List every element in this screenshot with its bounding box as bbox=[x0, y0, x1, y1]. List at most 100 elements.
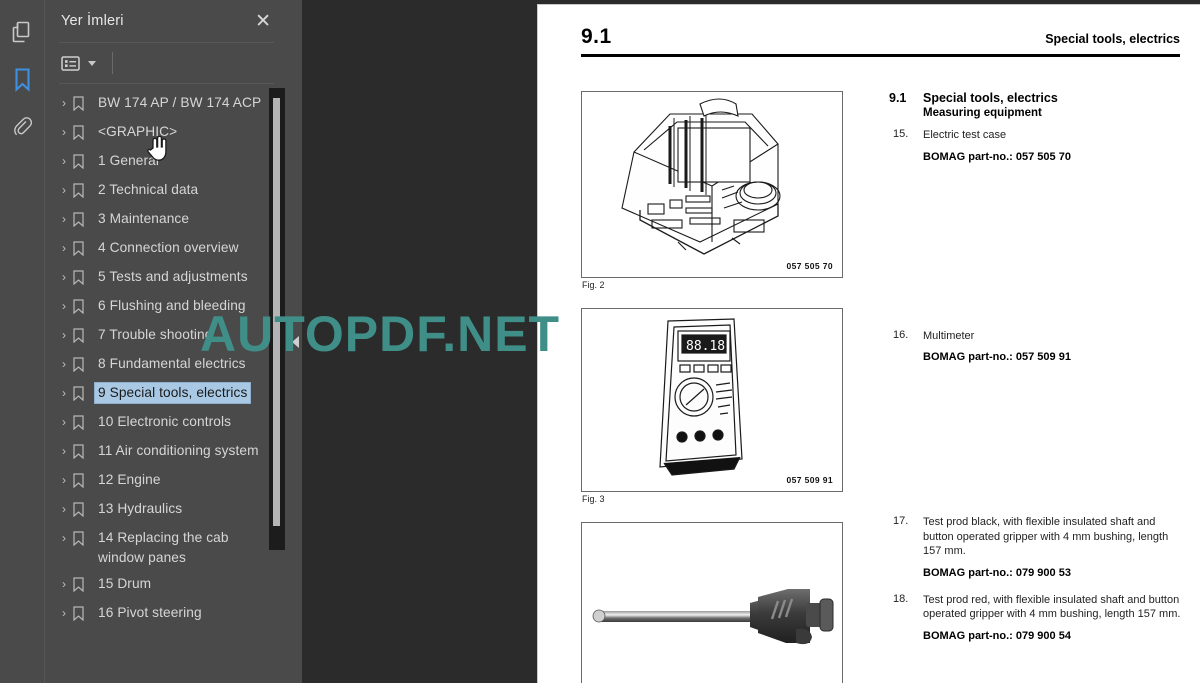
bookmark-item[interactable]: › 2 Technical data bbox=[45, 177, 266, 206]
bookmark-item[interactable]: › 7 Trouble shooting bbox=[45, 322, 266, 351]
bookmark-item[interactable]: › 15 Drum bbox=[45, 571, 266, 600]
pdf-reader-window: Yer İmleri ✕ › BW 174 AP / BW 174 ACP › <GR… bbox=[0, 0, 1200, 683]
bookmark-item[interactable]: › 4 Connection overview bbox=[45, 235, 266, 264]
chevron-right-icon[interactable]: › bbox=[55, 441, 73, 461]
list-item: 16. Multimeter bbox=[889, 329, 1182, 344]
section-heading: 9.1 Special tools, electrics bbox=[889, 91, 1182, 105]
chevron-right-icon[interactable]: › bbox=[55, 296, 73, 316]
bookmark-item[interactable]: › 10 Electronic controls bbox=[45, 409, 266, 438]
bookmark-item[interactable]: › 9 Special tools, electrics bbox=[45, 380, 266, 409]
bookmark-icon bbox=[73, 499, 95, 522]
figure-caption: Fig. 2 bbox=[582, 280, 605, 290]
section-title: Special tools, electrics bbox=[923, 91, 1058, 105]
figure-part-number: 057 509 91 bbox=[786, 475, 833, 485]
bookmark-icon bbox=[73, 412, 95, 435]
rail-button-attachments[interactable] bbox=[4, 108, 40, 148]
chevron-right-icon[interactable]: › bbox=[55, 470, 73, 490]
figure-electric-test-case: 057 505 70 bbox=[581, 91, 843, 278]
rail-button-pages[interactable] bbox=[4, 12, 40, 52]
bookmark-item[interactable]: › 1 General bbox=[45, 148, 266, 177]
chevron-right-icon[interactable]: › bbox=[55, 603, 73, 623]
item-number: 15. bbox=[893, 128, 909, 140]
chevron-right-icon[interactable]: › bbox=[55, 325, 73, 345]
bookmark-item-label: 4 Connection overview bbox=[98, 240, 239, 255]
bookmark-item-label: 10 Electronic controls bbox=[98, 414, 232, 429]
list-item: 15. Electric test case bbox=[889, 128, 1182, 143]
bookmark-item-label: 3 Maintenance bbox=[98, 211, 190, 226]
figures-column: 057 505 70 Fig. 2 88.18 057 509 91 Fig. … bbox=[581, 91, 845, 683]
bookmark-item[interactable]: › 8 Fundamental electrics bbox=[45, 351, 266, 380]
bookmark-item[interactable]: › 11 Air conditioning system bbox=[45, 438, 266, 467]
chevron-right-icon[interactable]: › bbox=[55, 383, 73, 403]
list-options-icon[interactable] bbox=[61, 55, 80, 72]
document-viewer: 9.1 Special tools, electrics 057 505 70 … bbox=[288, 0, 1200, 683]
chevron-right-icon[interactable]: › bbox=[55, 122, 73, 142]
chevron-right-icon[interactable]: › bbox=[55, 93, 73, 113]
item-number: 16. bbox=[893, 328, 909, 341]
bookmark-item-label: 9 Special tools, electrics bbox=[93, 382, 252, 404]
bookmark-item[interactable]: › 3 Maintenance bbox=[45, 206, 266, 235]
bookmark-item-label: 13 Hydraulics bbox=[98, 501, 183, 516]
chevron-right-icon[interactable]: › bbox=[55, 499, 73, 519]
item-part-number: BOMAG part-no.: 079 900 54 bbox=[923, 629, 1071, 642]
bookmark-item[interactable]: › BW 174 AP / BW 174 ACP bbox=[45, 90, 266, 119]
item-part-number: BOMAG part-no.: 079 900 53 bbox=[923, 566, 1071, 579]
bookmark-item[interactable]: › 12 Engine bbox=[45, 467, 266, 496]
close-icon[interactable]: ✕ bbox=[252, 10, 274, 33]
text-column: 9.1 Special tools, electrics Measuring e… bbox=[845, 91, 1182, 683]
multimeter-illustration: 88.18 bbox=[659, 318, 743, 476]
item-text: Multimeter bbox=[923, 329, 975, 342]
chevron-right-icon[interactable]: › bbox=[55, 151, 73, 171]
chevron-right-icon[interactable]: › bbox=[55, 267, 73, 287]
bookmark-item[interactable]: › 6 Flushing and bleeding bbox=[45, 293, 266, 322]
bookmarks-toolbar bbox=[45, 43, 288, 83]
bookmark-icon bbox=[73, 296, 95, 319]
electric-test-case-illustration bbox=[621, 98, 781, 255]
pdf-page: 9.1 Special tools, electrics 057 505 70 … bbox=[537, 4, 1200, 683]
chevron-right-icon[interactable]: › bbox=[55, 528, 73, 548]
chevron-right-icon[interactable]: › bbox=[55, 180, 73, 200]
bookmark-icon bbox=[73, 574, 95, 597]
figure-test-prod bbox=[581, 522, 843, 683]
rail-button-bookmarks[interactable] bbox=[4, 60, 40, 100]
item-part-number: BOMAG part-no.: 057 505 70 bbox=[923, 150, 1071, 163]
running-head-number: 9.1 bbox=[581, 25, 612, 48]
list-item: 18. Test prod red, with flexible insulat… bbox=[889, 593, 1182, 622]
bookmark-item-label: 6 Flushing and bleeding bbox=[98, 298, 246, 313]
chevron-right-icon[interactable]: › bbox=[55, 209, 73, 229]
bookmark-icon bbox=[14, 68, 31, 92]
svg-text:88.18: 88.18 bbox=[686, 339, 725, 354]
item-text: Test prod red, with flexible insulated s… bbox=[923, 593, 1181, 621]
page-body: 057 505 70 Fig. 2 88.18 057 509 91 Fig. … bbox=[581, 91, 1182, 683]
bookmark-item-label: 16 Pivot steering bbox=[98, 605, 202, 620]
list-item: 17. Test prod black, with flexible insul… bbox=[889, 515, 1182, 559]
bookmark-item-label: 14 Replacing the cab window panes bbox=[98, 530, 229, 565]
bookmark-item-label: 12 Engine bbox=[98, 472, 161, 487]
bookmarks-tree-container: › BW 174 AP / BW 174 ACP › <GRAPHIC> › 1 Gene… bbox=[45, 84, 288, 683]
bookmark-icon bbox=[73, 441, 95, 464]
running-head: 9.1 Special tools, electrics bbox=[581, 25, 1180, 57]
panel-collapse-handle[interactable] bbox=[288, 0, 302, 683]
bookmark-icon bbox=[73, 180, 95, 203]
bookmark-icon bbox=[73, 93, 95, 116]
bookmark-item[interactable]: › 16 Pivot steering bbox=[45, 600, 266, 629]
bookmark-item[interactable]: › 14 Replacing the cab window panes bbox=[45, 525, 266, 571]
bookmark-item-label: 5 Tests and adjustments bbox=[98, 269, 248, 284]
running-head-title: Special tools, electrics bbox=[1045, 32, 1180, 46]
chevron-right-icon[interactable]: › bbox=[55, 574, 73, 594]
bookmark-item[interactable]: › 13 Hydraulics bbox=[45, 496, 266, 525]
bookmark-item[interactable]: › <GRAPHIC> bbox=[45, 119, 266, 148]
sidebar-icon-rail bbox=[0, 0, 44, 683]
chevron-down-icon[interactable] bbox=[88, 60, 96, 66]
chevron-right-icon[interactable]: › bbox=[55, 354, 73, 374]
bookmarks-scrollbar[interactable] bbox=[269, 88, 285, 550]
scrollbar-thumb[interactable] bbox=[273, 98, 280, 526]
chevron-right-icon[interactable]: › bbox=[55, 412, 73, 432]
bookmark-icon bbox=[73, 267, 95, 290]
bookmark-item[interactable]: › 5 Tests and adjustments bbox=[45, 264, 266, 293]
toolbar-divider bbox=[112, 52, 113, 74]
chevron-right-icon[interactable]: › bbox=[55, 238, 73, 258]
bookmark-item-label: 15 Drum bbox=[98, 576, 152, 591]
